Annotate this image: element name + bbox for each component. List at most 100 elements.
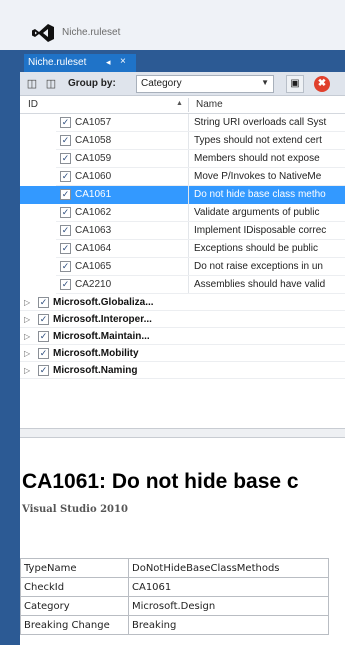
expand-arrow-icon[interactable]: ▷ xyxy=(24,315,30,324)
group-checkbox[interactable]: ✓ xyxy=(38,331,49,342)
rule-id: CA1061 xyxy=(75,189,112,200)
ruleset-editor-panel: ◫ ◫ Group by: Category ▼ ▣ ✖ ID ▲ Name ✓… xyxy=(20,72,345,645)
close-tab-icon[interactable]: × xyxy=(120,56,126,67)
column-divider xyxy=(188,222,189,240)
rule-row[interactable]: ✓ CA1057 String URI overloads call Syst xyxy=(20,114,345,132)
property-value: CA1061 xyxy=(128,577,329,597)
category-group-row[interactable]: ▷ ✓ Microsoft.Interoper... xyxy=(20,311,345,328)
property-value: Microsoft.Design xyxy=(128,596,329,616)
rule-checkbox[interactable]: ✓ xyxy=(60,243,71,254)
panel-splitter[interactable] xyxy=(20,428,345,438)
column-divider xyxy=(188,168,189,186)
rule-checkbox[interactable]: ✓ xyxy=(60,225,71,236)
rule-name: Move P/Invokes to NativeMe xyxy=(194,171,322,182)
group-checkbox[interactable]: ✓ xyxy=(38,348,49,359)
column-divider xyxy=(188,114,189,132)
rule-checkbox[interactable]: ✓ xyxy=(60,261,71,272)
rule-name: Exceptions should be public xyxy=(194,243,318,254)
rule-row[interactable]: ✓ CA1063 Implement IDisposable correc xyxy=(20,222,345,240)
rule-row[interactable]: ✓ CA1060 Move P/Invokes to NativeMe xyxy=(20,168,345,186)
property-row: Category Microsoft.Design xyxy=(20,596,329,616)
rule-checkbox[interactable]: ✓ xyxy=(60,117,71,128)
group-name: Microsoft.Naming xyxy=(53,365,138,376)
rule-details-pane: CA1061: Do not hide base c Visual Studio… xyxy=(20,438,345,645)
group-name: Microsoft.Maintain... xyxy=(53,331,150,342)
rule-name: Members should not expose xyxy=(194,153,320,164)
column-divider xyxy=(188,258,189,276)
rule-id: CA1060 xyxy=(75,171,112,182)
column-divider xyxy=(188,132,189,150)
column-header-id[interactable]: ID xyxy=(28,99,38,110)
expand-arrow-icon[interactable]: ▷ xyxy=(24,298,30,307)
rule-checkbox[interactable]: ✓ xyxy=(60,189,71,200)
rule-name: String URI overloads call Syst xyxy=(194,117,327,128)
column-divider xyxy=(188,150,189,168)
rule-checkbox[interactable]: ✓ xyxy=(60,279,71,290)
rule-id: CA2210 xyxy=(75,279,112,290)
chevron-down-icon: ▼ xyxy=(261,78,269,87)
rule-checkbox[interactable]: ✓ xyxy=(60,207,71,218)
group-name: Microsoft.Interoper... xyxy=(53,314,152,325)
column-divider xyxy=(188,204,189,222)
rule-checkbox[interactable]: ✓ xyxy=(60,171,71,182)
rule-name: Types should not extend cert xyxy=(194,135,322,146)
expand-arrow-icon[interactable]: ▷ xyxy=(24,349,30,358)
rule-details-subtitle: Visual Studio 2010 xyxy=(22,504,128,515)
property-key: CheckId xyxy=(20,577,129,597)
expand-arrow-icon[interactable]: ▷ xyxy=(24,332,30,341)
property-row: CheckId CA1061 xyxy=(20,577,329,597)
group-name: Microsoft.Mobility xyxy=(53,348,139,359)
property-value: DoNotHideBaseClassMethods xyxy=(128,558,329,578)
collapse-all-icon[interactable]: ◫ xyxy=(44,77,58,91)
visual-studio-logo-icon xyxy=(32,24,54,42)
rule-name: Do not raise exceptions in un xyxy=(194,261,323,272)
category-group-row[interactable]: ▷ ✓ Microsoft.Naming xyxy=(20,362,345,379)
rules-grid: ✓ CA1057 String URI overloads call Syst … xyxy=(20,114,345,379)
rule-id: CA1058 xyxy=(75,135,112,146)
rule-name: Implement IDisposable correc xyxy=(194,225,327,236)
rule-row[interactable]: ✓ CA1058 Types should not extend cert xyxy=(20,132,345,150)
document-tab-niche-ruleset[interactable]: Niche.ruleset ◂ × xyxy=(24,54,136,72)
rule-id: CA1057 xyxy=(75,117,112,128)
rule-id: CA1063 xyxy=(75,225,112,236)
category-group-row[interactable]: ▷ ✓ Microsoft.Maintain... xyxy=(20,328,345,345)
group-name: Microsoft.Globaliza... xyxy=(53,297,154,308)
filter-options-button[interactable]: ▣ xyxy=(286,75,304,93)
group-checkbox[interactable]: ✓ xyxy=(38,365,49,376)
expand-all-icon[interactable]: ◫ xyxy=(25,77,39,91)
property-key: Category xyxy=(20,596,129,616)
rule-name: Do not hide base class metho xyxy=(194,189,326,200)
tab-label: Niche.ruleset xyxy=(28,57,87,68)
pin-icon[interactable]: ◂ xyxy=(106,57,111,68)
group-by-value: Category xyxy=(141,78,182,89)
property-key: Breaking Change xyxy=(20,615,129,635)
window-title: Niche.ruleset xyxy=(62,27,121,38)
rule-name: Validate arguments of public xyxy=(194,207,320,218)
group-by-label: Group by: xyxy=(68,78,116,89)
group-checkbox[interactable]: ✓ xyxy=(38,297,49,308)
rule-row[interactable]: ✓ CA1062 Validate arguments of public xyxy=(20,204,345,222)
rule-row[interactable]: ✓ CA1064 Exceptions should be public xyxy=(20,240,345,258)
column-header-name[interactable]: Name xyxy=(196,99,223,110)
rule-row[interactable]: ✓ CA2210 Assemblies should have valid xyxy=(20,276,345,294)
category-group-row[interactable]: ▷ ✓ Microsoft.Mobility xyxy=(20,345,345,362)
error-filter-icon[interactable]: ✖ xyxy=(314,76,330,92)
rule-row[interactable]: ✓ CA1059 Members should not expose xyxy=(20,150,345,168)
column-divider xyxy=(188,276,189,294)
group-checkbox[interactable]: ✓ xyxy=(38,314,49,325)
property-row: TypeName DoNotHideBaseClassMethods xyxy=(20,558,329,578)
property-value: Breaking xyxy=(128,615,329,635)
rule-id: CA1059 xyxy=(75,153,112,164)
category-group-row[interactable]: ▷ ✓ Microsoft.Globaliza... xyxy=(20,294,345,311)
rule-id: CA1064 xyxy=(75,243,112,254)
expand-arrow-icon[interactable]: ▷ xyxy=(24,366,30,375)
rule-row[interactable]: ✓ CA1065 Do not raise exceptions in un xyxy=(20,258,345,276)
column-divider xyxy=(188,186,189,204)
rule-checkbox[interactable]: ✓ xyxy=(60,135,71,146)
property-key: TypeName xyxy=(20,558,129,578)
rule-row-selected[interactable]: ✓ CA1061 Do not hide base class metho xyxy=(20,186,345,204)
group-by-dropdown[interactable]: Category ▼ xyxy=(136,75,274,93)
column-divider[interactable] xyxy=(188,98,189,112)
rule-name: Assemblies should have valid xyxy=(194,279,326,290)
rule-checkbox[interactable]: ✓ xyxy=(60,153,71,164)
